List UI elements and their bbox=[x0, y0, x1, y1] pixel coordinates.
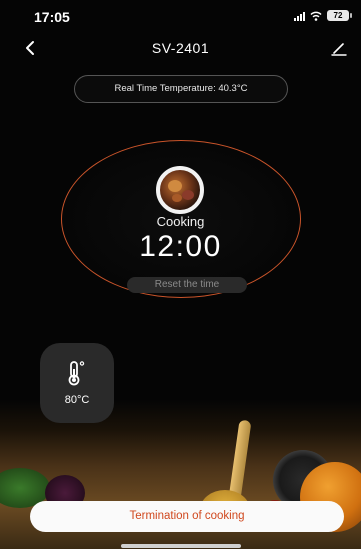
wifi-icon bbox=[310, 11, 322, 21]
real-time-temperature-badge: Real Time Temperature: 40.3°C bbox=[74, 75, 288, 103]
pencil-icon[interactable] bbox=[329, 38, 349, 58]
battery-icon: 72 bbox=[327, 10, 352, 21]
food-avatar bbox=[156, 166, 204, 214]
status-icons: 72 bbox=[294, 10, 352, 21]
cooking-timer: 12:00 bbox=[139, 230, 222, 263]
home-indicator bbox=[121, 544, 241, 548]
page-title: SV-2401 bbox=[151, 40, 210, 56]
status-time: 17:05 bbox=[34, 9, 70, 25]
status-bar: 17:05 72 bbox=[0, 0, 361, 30]
target-temperature-value: 80°C bbox=[64, 394, 90, 406]
signal-icon bbox=[294, 11, 305, 21]
reset-time-button[interactable]: Reset the time bbox=[127, 277, 247, 293]
temperature-card[interactable]: 80°C bbox=[40, 343, 114, 423]
cooking-screen: 17:05 72 SV-2401 Real Time Temperature: … bbox=[0, 0, 361, 549]
terminate-cooking-button[interactable]: Termination of cooking bbox=[30, 501, 344, 532]
nav-bar: SV-2401 bbox=[0, 32, 361, 62]
thermometer-icon bbox=[68, 361, 85, 386]
cooking-status: Cooking bbox=[156, 214, 205, 229]
